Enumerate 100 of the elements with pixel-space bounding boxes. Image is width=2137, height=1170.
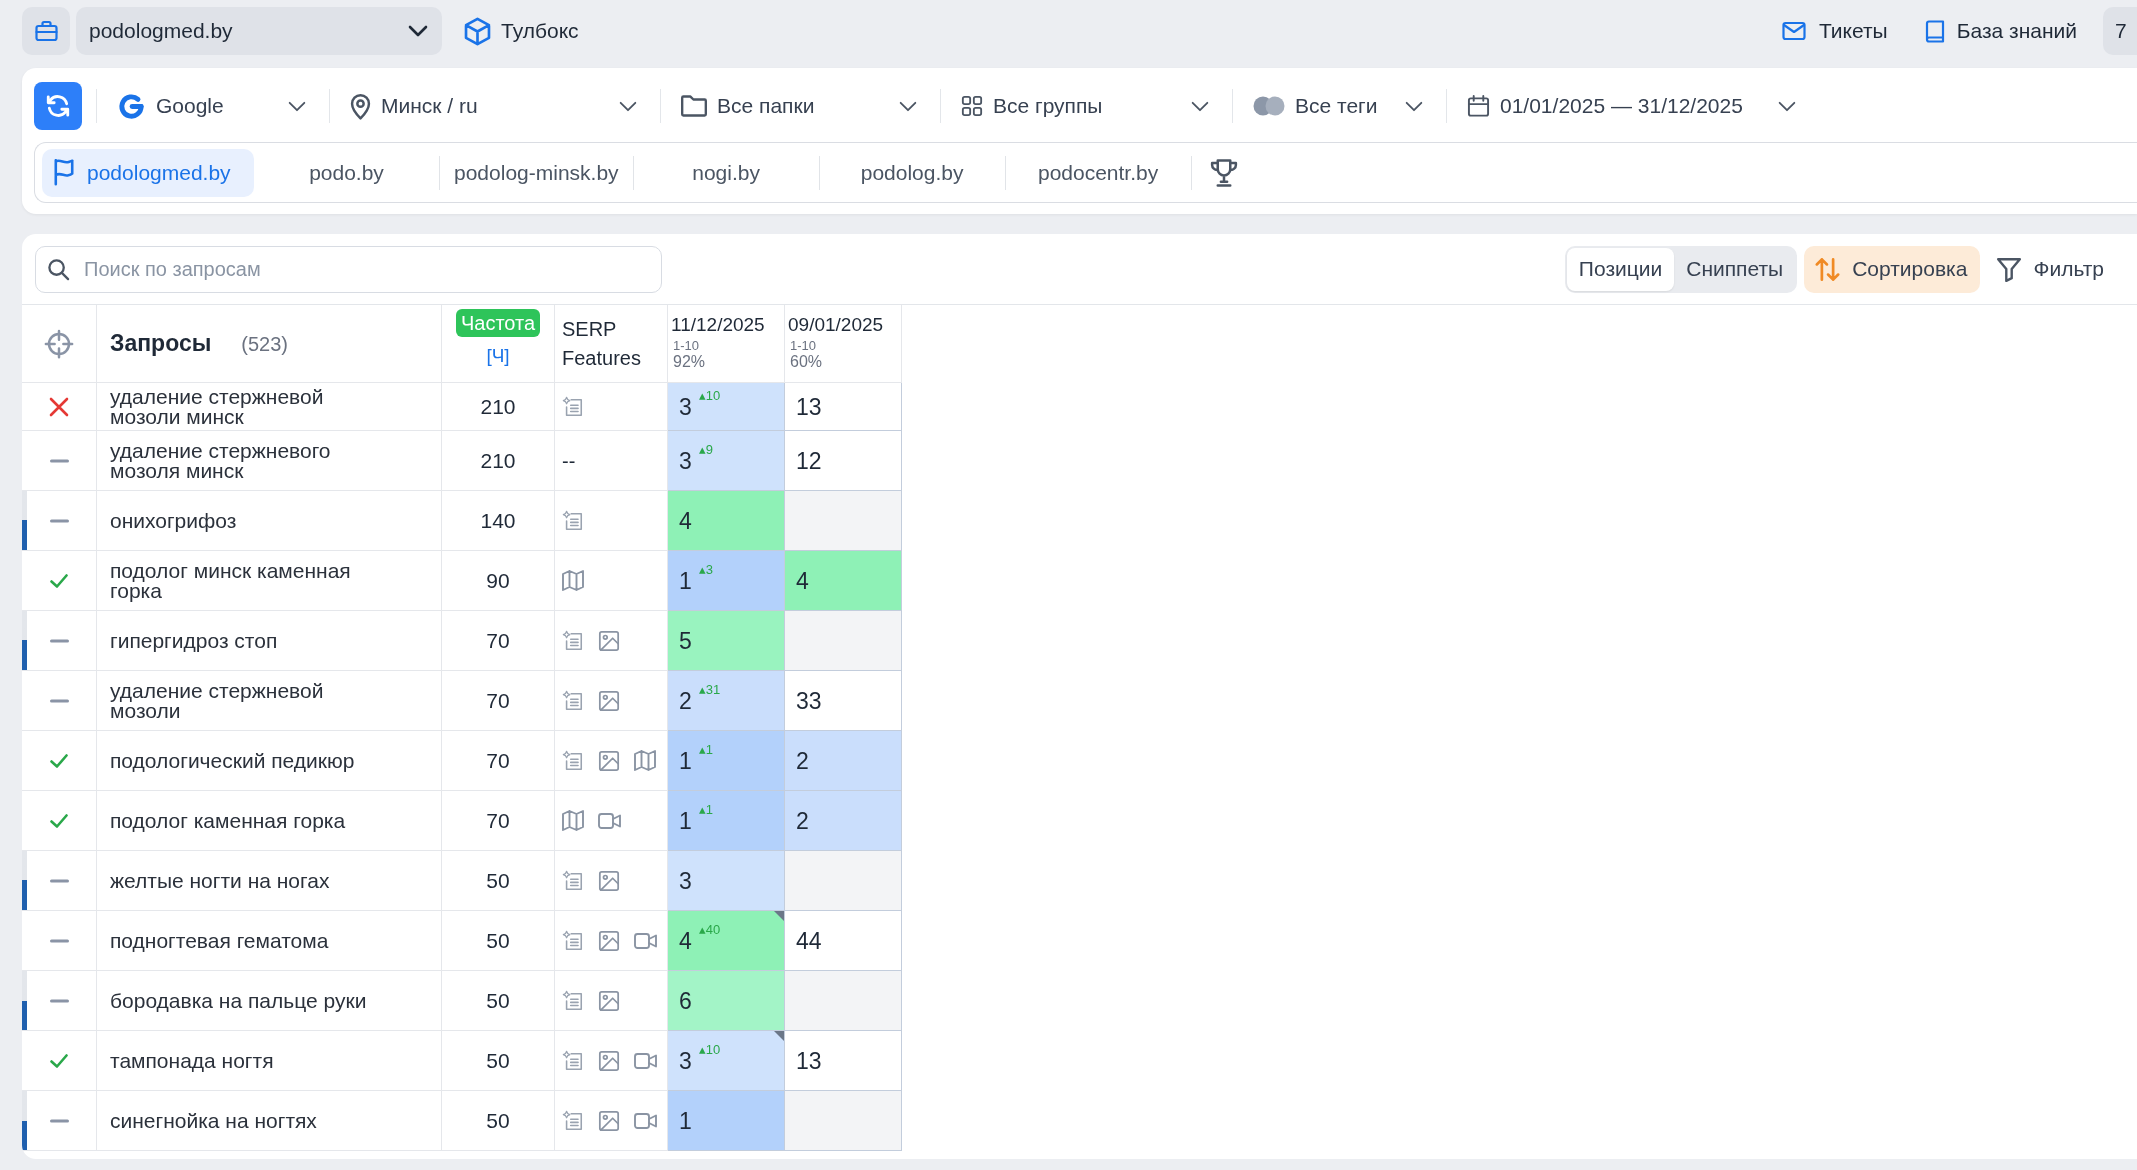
chevron-down-icon: [618, 100, 638, 112]
query-text: удаление стержневого мозоля минск: [110, 440, 332, 481]
image-icon: [598, 749, 620, 772]
position-value: 1: [679, 1107, 692, 1134]
map-icon: [562, 810, 584, 831]
domain-tab[interactable]: nogi.by: [633, 148, 819, 197]
frequency-badge: Частота: [455, 309, 541, 337]
frequency-value: 210: [480, 447, 516, 474]
two-circles-icon: [1253, 96, 1285, 116]
column-title: SERP Features: [562, 316, 642, 371]
image-icon: [598, 1109, 620, 1132]
refresh-button[interactable]: [34, 82, 82, 130]
date-column-title: 11/12/2025: [671, 314, 765, 336]
view-tab[interactable]: Сниппеты: [1674, 247, 1796, 291]
document-sparkle-icon: [562, 689, 584, 712]
dash-icon: [49, 878, 69, 883]
frequency-value: 70: [486, 687, 510, 714]
location-dropdown[interactable]: Минск / ru: [330, 82, 660, 130]
briefcase-icon: [32, 19, 60, 43]
position-change: ▴40: [698, 922, 721, 937]
domain-tab[interactable]: podolog-minsk.by: [440, 148, 633, 197]
document-sparkle-icon: [562, 629, 584, 652]
position-value: 12: [796, 447, 822, 474]
project-dropdown[interactable]: podologmed.by: [76, 7, 442, 55]
query-text: гипергидроз стоп: [110, 630, 278, 651]
position-value: 2: [796, 747, 809, 774]
position-value: 4: [796, 567, 809, 594]
position-value: 6: [679, 987, 692, 1014]
domain-tab[interactable]: podolog.by: [819, 148, 1005, 197]
serp-empty-value: --: [562, 448, 576, 474]
position-value: 3: [679, 1047, 692, 1074]
query-text: подологический педикюр: [110, 750, 355, 771]
domain-tab[interactable]: podocentr.by: [1005, 148, 1191, 197]
chevron-down-icon: [898, 100, 918, 112]
column-title: Запросы: [110, 329, 212, 359]
date-range-dropdown[interactable]: 01/01/2025 — 31/12/2025: [1447, 82, 1819, 130]
chevron-down-icon: [1777, 100, 1797, 112]
filter-button[interactable]: Фильтр: [1996, 245, 2104, 293]
range-label: 1-10: [673, 339, 700, 353]
frequency-value: 50: [486, 1107, 510, 1134]
chevron-down-icon: [287, 100, 307, 112]
search-icon: [47, 257, 70, 281]
briefcase-button[interactable]: [22, 7, 70, 55]
image-icon: [598, 989, 620, 1012]
frequency-value: 210: [480, 393, 516, 420]
position-value: 4: [679, 927, 692, 954]
header-button[interactable]: 7: [2103, 7, 2137, 55]
chevron-down-icon: [1404, 100, 1424, 112]
document-sparkle-icon: [562, 929, 584, 952]
folder-dropdown[interactable]: Все папки: [661, 82, 940, 130]
frequency-value: 140: [480, 507, 516, 534]
header-link[interactable]: Тикеты: [1778, 15, 1888, 47]
position-value: 3: [679, 447, 692, 474]
position-value: 2: [679, 687, 692, 714]
image-icon: [598, 1049, 620, 1072]
funnel-icon: [1996, 255, 2023, 283]
dash-icon: [49, 638, 69, 643]
image-icon: [598, 689, 620, 712]
tag-dropdown[interactable]: Все теги: [1233, 82, 1446, 130]
search-field[interactable]: Поиск по запросам: [35, 245, 662, 293]
toolbox-link[interactable]: Тулбокс: [463, 15, 579, 47]
position-change: ▴31: [698, 682, 721, 697]
calendar-icon: [1467, 94, 1490, 118]
image-icon: [598, 869, 620, 892]
video-camera-icon: [634, 1052, 657, 1069]
frequency-value: 90: [486, 567, 510, 594]
video-camera-icon: [634, 932, 657, 949]
query-text: синегнойка на ногтях: [110, 1110, 317, 1131]
document-sparkle-icon: [562, 395, 584, 418]
position-change: ▴9: [698, 442, 714, 457]
position-value: 1: [679, 747, 692, 774]
group-dropdown[interactable]: Все группы: [941, 82, 1232, 130]
sort-button[interactable]: Сортировка: [1804, 245, 1981, 293]
map-pin-icon: [350, 92, 371, 120]
query-text: желтые ногти на ногах: [110, 870, 330, 891]
frequency-value: 50: [486, 987, 510, 1014]
dash-icon: [49, 998, 69, 1003]
search-engine-dropdown[interactable]: Google: [97, 82, 329, 130]
position-value: 13: [796, 1047, 822, 1074]
date-column-title: 09/01/2025: [788, 314, 884, 336]
view-tab[interactable]: Позиции: [1566, 247, 1675, 291]
map-icon: [562, 570, 584, 591]
position-change: ▴1: [698, 802, 714, 817]
letter-g-icon: [117, 91, 146, 121]
position-value: 5: [679, 627, 692, 654]
dash-icon: [49, 1118, 69, 1123]
query-text: онихогрифоз: [110, 510, 237, 531]
header-link[interactable]: База знаний: [1922, 15, 2077, 47]
domain-tab[interactable]: podo.by: [254, 148, 439, 197]
frequency-value: 50: [486, 927, 510, 954]
frequency-mode-link[interactable]: [Ч]: [486, 345, 510, 367]
position-value: 3: [679, 393, 692, 420]
domain-tab[interactable]: podologmed.by: [42, 148, 254, 197]
trophy-icon: [1208, 156, 1239, 189]
share-label: 92%: [673, 353, 706, 370]
query-text: бородавка на пальце руки: [110, 990, 367, 1011]
position-change: ▴3: [698, 562, 714, 577]
document-sparkle-icon: [562, 749, 584, 772]
image-icon: [598, 929, 620, 952]
position-value: 2: [796, 807, 809, 834]
